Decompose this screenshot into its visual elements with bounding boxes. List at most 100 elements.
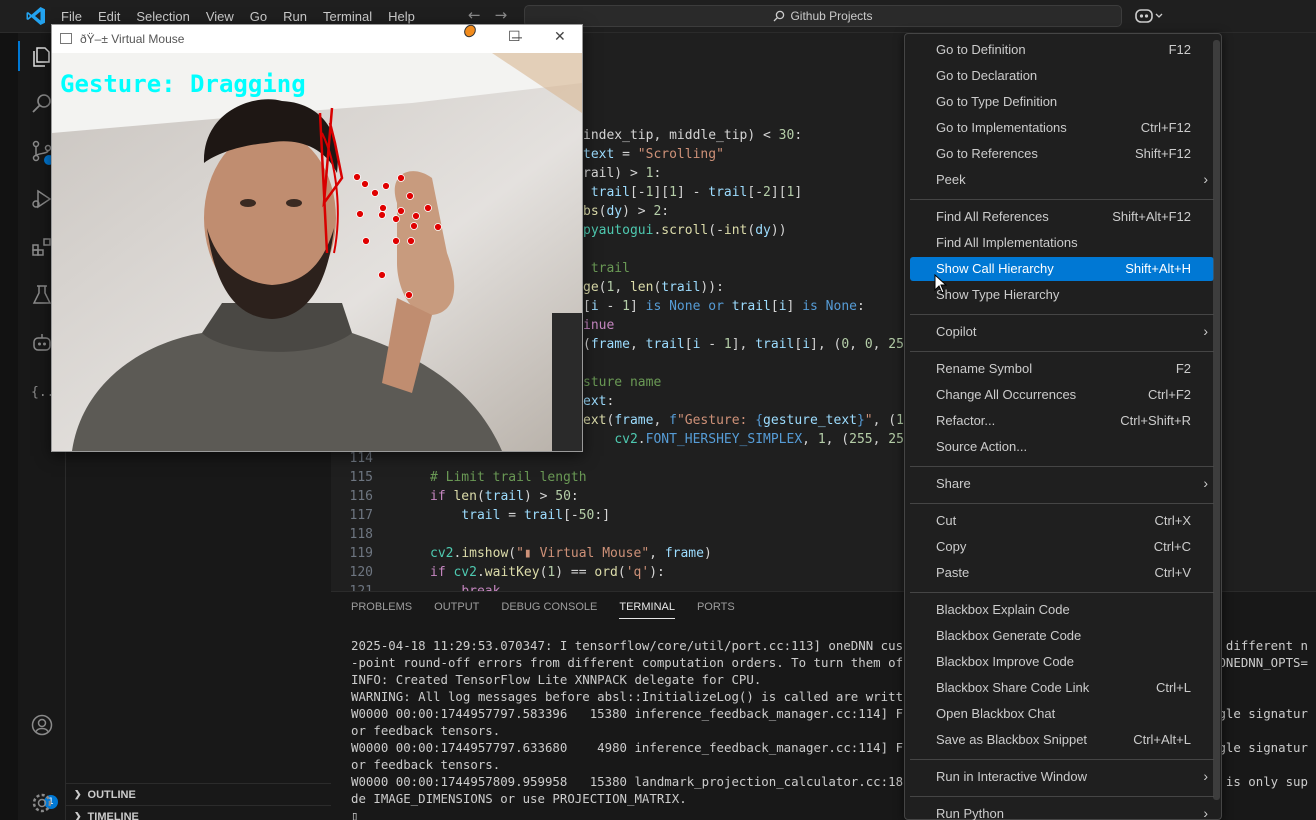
code-token: index_tip, middle_tip) < [583, 128, 779, 143]
menu-item-copy[interactable]: Copy Ctrl+C [910, 535, 1214, 559]
menu-item-blackbox-generate-code[interactable]: Blackbox Generate Code [910, 624, 1214, 648]
menu-item-share[interactable]: Share › [910, 472, 1214, 496]
code-token: None [669, 299, 701, 314]
menu-run[interactable]: Run [275, 9, 315, 24]
menu-item-find-all-implementations[interactable]: Find All Implementations [910, 231, 1214, 255]
code-token: . [476, 565, 485, 580]
menu-item-label: Run Python [936, 806, 1004, 820]
copilot-menu-button[interactable] [1133, 6, 1167, 26]
code-token: { [755, 413, 764, 428]
virtual-mouse-window[interactable]: ðŸ–±️ Virtual Mouse ─ ☐ ✕ Gesture: Dragg… [51, 24, 583, 452]
menu-item-shortcut: Ctrl+L [1155, 680, 1191, 695]
menu-item-peek[interactable]: Peek › [910, 168, 1214, 192]
code-token: ][ [770, 185, 787, 200]
menu-item-open-blackbox-chat[interactable]: Open Blackbox Chat [910, 702, 1214, 726]
menu-item-source-action[interactable]: Source Action... [910, 435, 1214, 459]
menu-item-shortcut: F2 [1175, 361, 1191, 376]
menu-separator [910, 351, 1214, 352]
menu-help[interactable]: Help [380, 9, 423, 24]
window-title-bar[interactable]: ðŸ–±️ Virtual Mouse ─ ☐ ✕ [52, 24, 582, 53]
context-menu-scrollbar[interactable] [1213, 40, 1220, 800]
close-button[interactable]: ✕ [554, 28, 566, 45]
code-token: 1 [723, 337, 732, 352]
menu-go[interactable]: Go [242, 9, 275, 24]
code-token: - [700, 337, 724, 352]
panel-tab-output[interactable]: OUTPUT [434, 601, 479, 619]
menu-item-shortcut: Ctrl+V [1154, 565, 1191, 580]
line-number: 119 [349, 546, 373, 561]
menu-separator [910, 759, 1214, 760]
code-token: "▮ Virtual Mouse" [516, 546, 650, 561]
maximize-button[interactable]: ☐ [508, 28, 521, 45]
line-number: 120 [349, 565, 373, 580]
menu-item-run-python[interactable]: Run Python › [910, 802, 1214, 820]
menu-item-shortcut: Ctrl+F2 [1148, 387, 1191, 402]
menu-item-run-in-interactive-window[interactable]: Run in Interactive Window › [910, 765, 1214, 789]
panel-tab-terminal[interactable]: TERMINAL [619, 601, 675, 619]
code-token: : [794, 128, 803, 143]
code-text: (frame, trail[i - 1], trail[i], (0, 0, 2… [583, 335, 912, 354]
code-token: rail) > [583, 166, 646, 181]
gesture-overlay-text: Gesture: Dragging [60, 70, 306, 98]
code-token: [ [794, 337, 803, 352]
code-token: 2 [763, 185, 771, 200]
menu-item-paste[interactable]: Paste Ctrl+V [910, 561, 1214, 585]
menu-item-rename-symbol[interactable]: Rename Symbol F2 [910, 357, 1214, 381]
menu-item-label: Show Type Hierarchy [936, 287, 1060, 302]
menu-item-show-call-hierarchy[interactable]: Show Call Hierarchy Shift+Alt+H [910, 257, 1214, 281]
copilot-icon [1135, 9, 1163, 23]
code-token: 0 [841, 337, 850, 352]
accounts-icon[interactable] [30, 713, 54, 737]
panel-tab-ports[interactable]: PORTS [697, 601, 735, 619]
menu-item-label: Copy [936, 539, 967, 554]
menu-item-label: Go to Implementations [936, 120, 1067, 135]
menu-edit[interactable]: Edit [90, 9, 128, 24]
menu-item-go-to-definition[interactable]: Go to Definition F12 [910, 38, 1214, 62]
menu-item-go-to-declaration[interactable]: Go to Declaration [910, 64, 1214, 88]
code-token: ) == [555, 565, 595, 580]
command-center-search[interactable]: Github Projects [524, 5, 1122, 27]
code-text: cv2.FONT_HERSHEY_SIMPLEX, 1, (255, 255 [583, 430, 911, 449]
menu-file[interactable]: File [53, 9, 90, 24]
menu-item-go-to-type-definition[interactable]: Go to Type Definition [910, 90, 1214, 114]
code-token: : [606, 394, 615, 409]
code-token: ext [583, 413, 607, 428]
menu-item-go-to-references[interactable]: Go to References Shift+F12 [910, 142, 1214, 166]
back-arrow-icon[interactable]: ← [468, 6, 481, 24]
menu-item-blackbox-improve-code[interactable]: Blackbox Improve Code [910, 650, 1214, 674]
menu-item-refactor[interactable]: Refactor... Ctrl+Shift+R [910, 409, 1214, 433]
menu-item-blackbox-share-code-link[interactable]: Blackbox Share Code Link Ctrl+L [910, 676, 1214, 700]
outline-section-header[interactable]: ❯ OUTLINE [66, 783, 331, 805]
menu-item-label: Blackbox Improve Code [936, 654, 1075, 669]
terminal-line: -point round-off errors from different c… [351, 655, 904, 670]
menu-item-shortcut: Ctrl+Alt+L [1133, 732, 1191, 747]
panel-tab-debug-console[interactable]: DEBUG CONSOLE [501, 601, 597, 619]
line-number: 118 [349, 527, 373, 542]
menu-item-go-to-implementations[interactable]: Go to Implementations Ctrl+F12 [910, 116, 1214, 140]
menu-item-label: Show Call Hierarchy [936, 261, 1054, 276]
line-number: 117 [349, 508, 373, 523]
menu-terminal[interactable]: Terminal [315, 9, 380, 24]
terminal-output[interactable]: 2025-04-18 11:29:53.070347: I tensorflow… [351, 637, 903, 820]
code-token: :] [594, 508, 611, 523]
menu-item-copilot[interactable]: Copilot › [910, 320, 1214, 344]
menu-item-blackbox-explain-code[interactable]: Blackbox Explain Code [910, 598, 1214, 622]
code-token: )) [700, 280, 717, 295]
menu-selection[interactable]: Selection [128, 9, 197, 24]
code-token: 'q' [625, 565, 650, 580]
menu-item-change-all-occurrences[interactable]: Change All Occurrences Ctrl+F2 [910, 383, 1214, 407]
settings-gear-icon[interactable] [30, 791, 54, 815]
timeline-section-header[interactable]: ❯ TIMELINE [66, 805, 331, 820]
menu-item-find-all-references[interactable]: Find All References Shift+Alt+F12 [910, 205, 1214, 229]
menu-item-label: Open Blackbox Chat [936, 706, 1056, 721]
code-token: frame [590, 337, 630, 352]
menu-item-cut[interactable]: Cut Ctrl+X [910, 509, 1214, 533]
timeline-label: TIMELINE [87, 810, 139, 820]
menu-item-save-as-blackbox-snippet[interactable]: Save as Blackbox Snippet Ctrl+Alt+L [910, 728, 1214, 752]
panel-tab-problems[interactable]: PROBLEMS [351, 601, 412, 619]
forward-arrow-icon[interactable]: → [495, 6, 508, 24]
menu-view[interactable]: View [198, 9, 242, 24]
menu-item-show-type-hierarchy[interactable]: Show Type Hierarchy [910, 283, 1214, 307]
